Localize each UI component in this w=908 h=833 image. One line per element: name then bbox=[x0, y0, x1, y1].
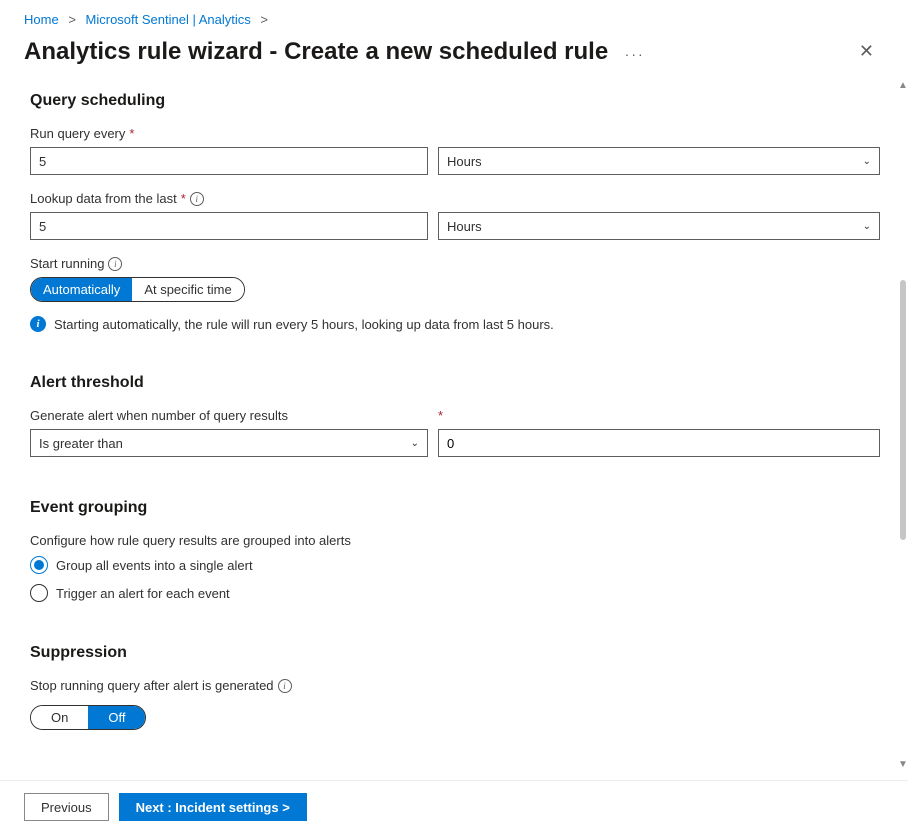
grouping-single-radio[interactable]: Group all events into a single alert bbox=[30, 556, 880, 574]
lookup-unit-select[interactable]: Hours ⌄ bbox=[438, 212, 880, 240]
required-indicator: * bbox=[129, 126, 134, 141]
breadcrumb: Home > Microsoft Sentinel | Analytics > bbox=[0, 0, 908, 27]
section-suppression-title: Suppression bbox=[30, 644, 880, 662]
breadcrumb-sentinel[interactable]: Microsoft Sentinel | Analytics bbox=[86, 12, 251, 27]
header: Analytics rule wizard - Create a new sch… bbox=[0, 27, 908, 80]
scroll-up-icon[interactable]: ▲ bbox=[898, 80, 908, 94]
breadcrumb-home[interactable]: Home bbox=[24, 12, 59, 27]
info-icon[interactable]: i bbox=[190, 192, 204, 206]
section-scheduling-title: Query scheduling bbox=[30, 92, 880, 110]
start-auto-option[interactable]: Automatically bbox=[31, 278, 132, 301]
grouping-each-radio[interactable]: Trigger an alert for each event bbox=[30, 584, 880, 602]
threshold-operator-select[interactable]: Is greater than ⌄ bbox=[30, 429, 428, 457]
scroll-down-icon[interactable]: ▼ bbox=[898, 759, 908, 773]
info-icon: i bbox=[30, 316, 46, 332]
next-button[interactable]: Next : Incident settings > bbox=[119, 793, 307, 821]
run-every-unit-select[interactable]: Hours ⌄ bbox=[438, 147, 880, 175]
lookup-input[interactable] bbox=[30, 212, 428, 240]
run-every-label: Run query every * bbox=[30, 126, 880, 141]
scheduling-info: i Starting automatically, the rule will … bbox=[30, 316, 880, 332]
radio-checked-icon bbox=[30, 556, 48, 574]
radio-unchecked-icon bbox=[30, 584, 48, 602]
scrollbar[interactable]: ▲ ▼ bbox=[898, 80, 908, 773]
footer: Previous Next : Incident settings > bbox=[0, 780, 908, 833]
suppression-off-option[interactable]: Off bbox=[88, 706, 145, 729]
section-threshold-title: Alert threshold bbox=[30, 374, 880, 392]
section-grouping-title: Event grouping bbox=[30, 499, 880, 517]
grouping-desc: Configure how rule query results are gro… bbox=[30, 533, 880, 548]
threshold-value-label: * bbox=[438, 408, 880, 423]
start-running-label: Start running i bbox=[30, 256, 880, 271]
required-indicator: * bbox=[438, 408, 443, 423]
info-icon[interactable]: i bbox=[278, 679, 292, 693]
threshold-value-input[interactable] bbox=[438, 429, 880, 457]
suppression-on-option[interactable]: On bbox=[31, 706, 88, 729]
content-area: Query scheduling Run query every * Hours… bbox=[0, 80, 908, 773]
suppression-toggle: On Off bbox=[30, 705, 146, 730]
chevron-down-icon: ⌄ bbox=[411, 438, 419, 449]
chevron-right-icon: > bbox=[260, 12, 268, 27]
chevron-down-icon: ⌄ bbox=[863, 221, 871, 232]
info-icon[interactable]: i bbox=[108, 257, 122, 271]
run-every-input[interactable] bbox=[30, 147, 428, 175]
chevron-down-icon: ⌄ bbox=[863, 156, 871, 167]
required-indicator: * bbox=[181, 191, 186, 206]
close-icon[interactable]: ✕ bbox=[849, 35, 884, 68]
page-title: Analytics rule wizard - Create a new sch… bbox=[24, 38, 608, 65]
suppression-stop-label: Stop running query after alert is genera… bbox=[30, 678, 880, 693]
generate-alert-label: Generate alert when number of query resu… bbox=[30, 408, 428, 423]
start-running-toggle: Automatically At specific time bbox=[30, 277, 245, 302]
scroll-thumb[interactable] bbox=[900, 280, 906, 540]
more-icon[interactable]: ··· bbox=[625, 46, 645, 62]
previous-button[interactable]: Previous bbox=[24, 793, 109, 821]
chevron-right-icon: > bbox=[68, 12, 76, 27]
lookup-label: Lookup data from the last * i bbox=[30, 191, 880, 206]
start-specific-option[interactable]: At specific time bbox=[132, 278, 243, 301]
